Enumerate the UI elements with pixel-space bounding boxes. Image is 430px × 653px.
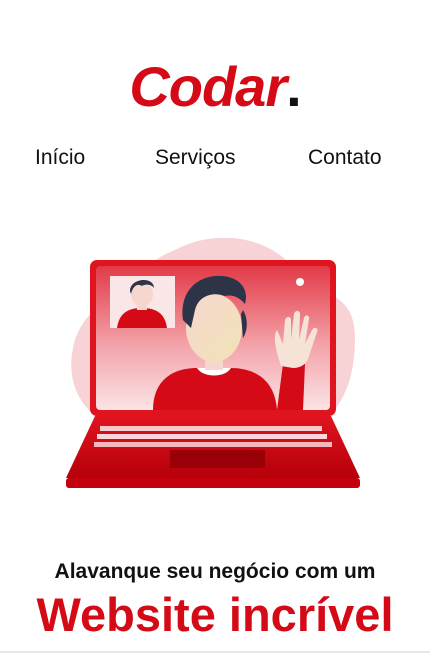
logo-text: Codar [129,55,287,118]
landing-page: Codar. Início Serviços Contato Alavanque… [0,0,430,653]
site-logo[interactable]: Codar. [0,52,430,122]
nav-item-servicos[interactable]: Serviços [155,140,236,176]
hero-headline: Website incrível [36,588,394,641]
logo-dot: . [286,55,302,118]
nav-item-inicio[interactable]: Início [35,140,85,176]
nav-item-contato[interactable]: Contato [308,140,382,176]
hero-tagline: Alavanque seu negócio com um [54,560,376,583]
video-call-laptop-icon [55,228,375,498]
main-nav: Início Serviços Contato [0,140,430,176]
